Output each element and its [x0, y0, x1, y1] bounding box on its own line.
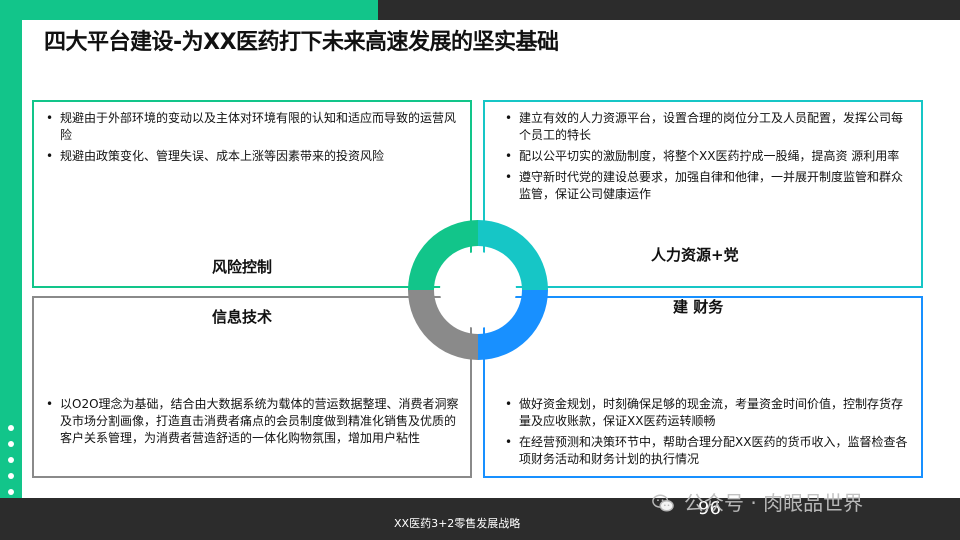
- it-box: 信息技术 以O2O理念为基础，结合由大数据系统为载体的营运数据整理、消费者洞察及…: [32, 296, 472, 478]
- watermark: 公众号 · 肉眼品世界: [652, 487, 863, 516]
- list-item: 配以公平切实的激励制度，将整个XX医药拧成一股绳，提高资 源利用率: [501, 148, 913, 165]
- slide-title: 四大平台建设-为XX医药打下未来高速发展的坚实基础: [44, 30, 559, 55]
- risk-control-heading: 风险控制: [212, 258, 273, 276]
- list-item: 做好资金规划，时刻确保足够的现金流，考量资金时间价值，控制存货存量及应收账款，保…: [501, 396, 913, 430]
- it-list: 以O2O理念为基础，结合由大数据系统为载体的营运数据整理、消费者洞察及市场分割画…: [42, 396, 462, 451]
- list-item: 规避由政策变化、管理失误、成本上涨等因素带来的投资风险: [42, 148, 462, 165]
- hr-box: 建立有效的人力资源平台，设置合理的岗位分工及人员配置，发挥公司每个员工的特长 配…: [483, 100, 923, 288]
- hr-list: 建立有效的人力资源平台，设置合理的岗位分工及人员配置，发挥公司每个员工的特长 配…: [501, 110, 913, 207]
- ring-center: [440, 252, 516, 328]
- finance-heading: 建 财务: [673, 298, 724, 316]
- hr-heading: 人力资源+党: [651, 246, 739, 264]
- footer-title: XX医药3+2零售发展战略: [394, 517, 521, 530]
- slide: 四大平台建设-为XX医药打下未来高速发展的坚实基础 规避由于外部环境的变动以及主…: [0, 0, 960, 540]
- wechat-icon: [652, 494, 674, 512]
- risk-control-list: 规避由于外部环境的变动以及主体对环境有限的认知和适应而导致的运营风险 规避由政策…: [42, 110, 462, 169]
- watermark-text: 公众号 · 肉眼品世界: [684, 491, 864, 515]
- list-item: 规避由于外部环境的变动以及主体对环境有限的认知和适应而导致的运营风险: [42, 110, 462, 144]
- four-quadrant-ring: [408, 220, 548, 360]
- list-item: 在经营预测和决策环节中，帮助合理分配XX医药的货币收入，监督检查各项财务活动和财…: [501, 434, 913, 468]
- risk-control-box: 规避由于外部环境的变动以及主体对环境有限的认知和适应而导致的运营风险 规避由政策…: [32, 100, 472, 288]
- list-item: 遵守新时代党的建设总要求，加强自律和他律，一并展开制度监管和群众监管，保证公司健…: [501, 169, 913, 203]
- finance-list: 做好资金规划，时刻确保足够的现金流，考量资金时间价值，控制存货存量及应收账款，保…: [501, 396, 913, 472]
- it-heading: 信息技术: [212, 308, 273, 326]
- list-item: 以O2O理念为基础，结合由大数据系统为载体的营运数据整理、消费者洞察及市场分割画…: [42, 396, 462, 447]
- list-item: 建立有效的人力资源平台，设置合理的岗位分工及人员配置，发挥公司每个员工的特长: [501, 110, 913, 144]
- finance-box: 建 财务 做好资金规划，时刻确保足够的现金流，考量资金时间价值，控制存货存量及应…: [483, 296, 923, 478]
